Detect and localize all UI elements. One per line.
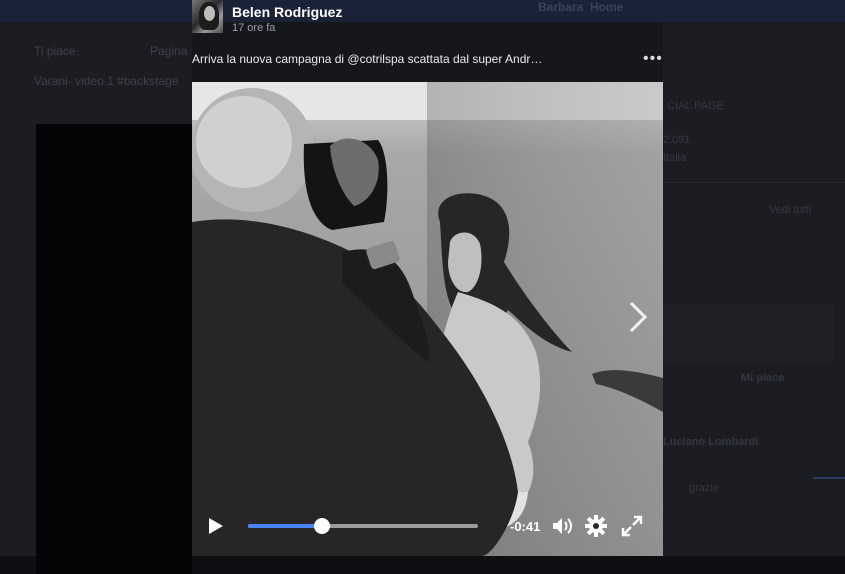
sidebar-like-button[interactable]: Mi piace (741, 372, 784, 384)
chevron-right-icon[interactable] (627, 300, 649, 334)
like-page-button[interactable]: Ti piace (34, 44, 76, 58)
sidebar-card (663, 304, 833, 362)
more-options-icon[interactable]: ••• (643, 51, 663, 67)
gear-icon[interactable] (584, 514, 608, 538)
video-controls: -0:41 (192, 506, 663, 546)
avatar-face (204, 6, 215, 21)
volume-icon[interactable] (550, 514, 574, 538)
chat-contact-name[interactable]: Luciano Lombardi (663, 436, 758, 448)
progress-bar[interactable] (248, 518, 478, 534)
post-timestamp[interactable]: 17 ore fa (232, 22, 275, 34)
sidebar-location: Italia (663, 152, 687, 164)
post-header: Belen Rodriguez 17 ore fa Arriva la nuov… (192, 0, 663, 82)
background-video (36, 124, 192, 574)
page-button[interactable]: Pagina (150, 44, 187, 58)
chat-message: grazie (689, 482, 719, 494)
sidebar-heading: CIAL PAGE (667, 100, 724, 112)
video-frame (192, 82, 663, 556)
background-post-title: Varani- video 1 #backstage (34, 74, 179, 88)
chat-indicator (813, 477, 845, 479)
progress-handle[interactable] (313, 518, 330, 534)
sidebar-count: 2.091 (663, 134, 691, 146)
fullscreen-icon[interactable] (620, 514, 644, 538)
remaining-time: -0:41 (510, 519, 541, 534)
background-sidebar: CIAL PAGE 2.091 Italia Vedi tutti Mi pia… (663, 22, 845, 556)
author-name[interactable]: Belen Rodriguez (232, 4, 342, 20)
see-all-link[interactable]: Vedi tutti (769, 204, 811, 216)
post-caption: Arriva la nuova campagna di @cotrilspa s… (192, 52, 543, 66)
background-post-column: Ti piace Pagina Varani- video 1 #backsta… (0, 22, 192, 574)
video-player[interactable] (192, 82, 663, 556)
play-icon[interactable] (208, 517, 224, 535)
sidebar-divider (663, 182, 845, 183)
progress-fill (248, 524, 322, 528)
avatar[interactable] (192, 0, 223, 33)
